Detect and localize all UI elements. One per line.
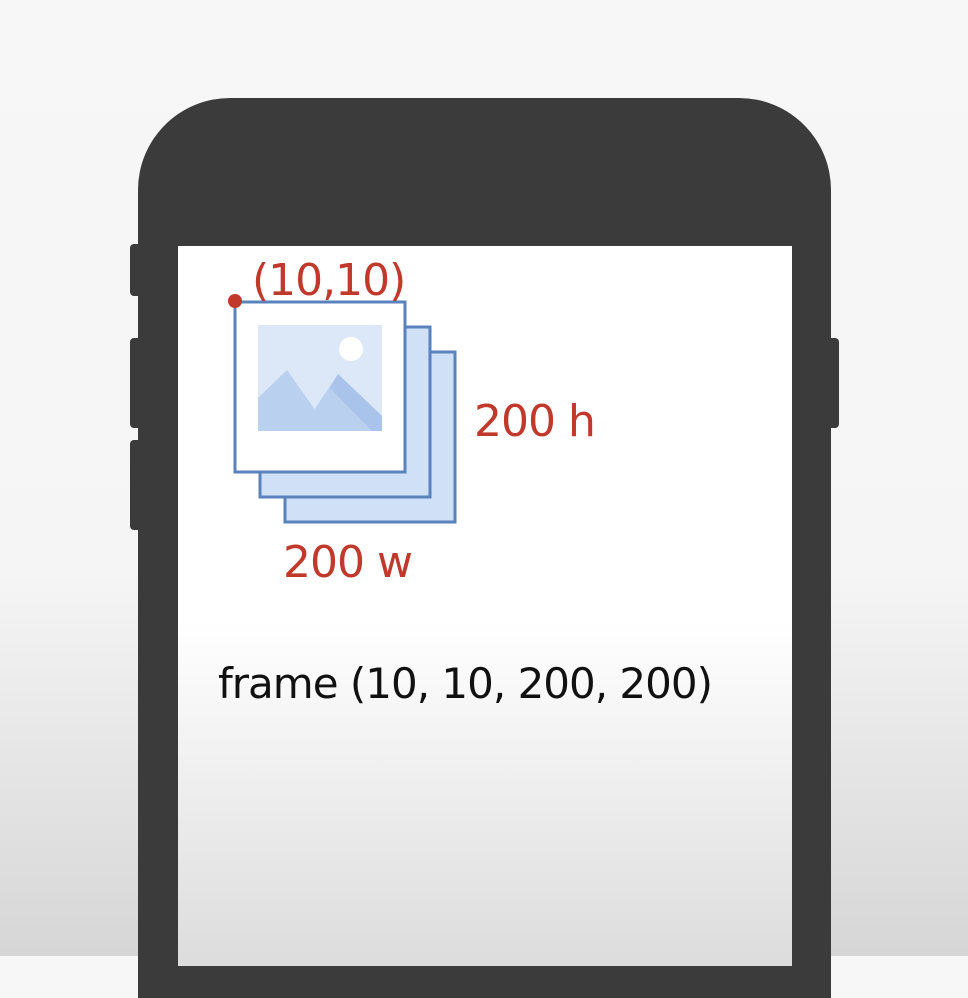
image-stack-diagram	[228, 294, 457, 524]
frame-label: frame (10, 10, 200, 200)	[218, 659, 713, 708]
origin-dot-icon	[228, 294, 242, 308]
width-label: 200 w	[283, 537, 413, 588]
image-placeholder-icon	[258, 325, 382, 431]
height-label: 200 h	[474, 396, 596, 447]
origin-label: (10,10)	[252, 255, 406, 306]
